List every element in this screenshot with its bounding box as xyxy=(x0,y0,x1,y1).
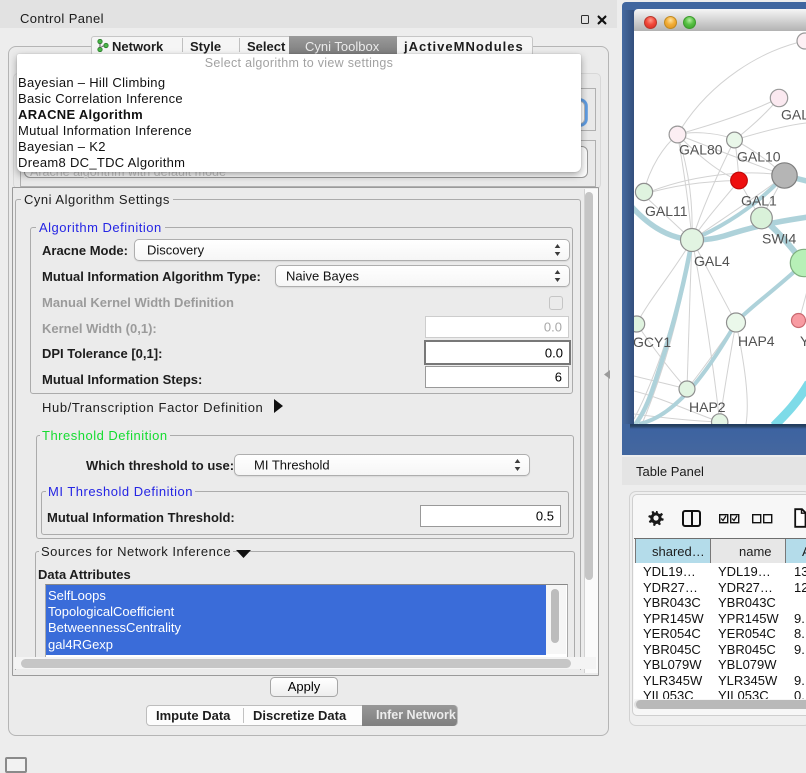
svg-text:Y: Y xyxy=(800,333,806,349)
svg-text:GCY1: GCY1 xyxy=(634,334,671,350)
svg-text:GAL80: GAL80 xyxy=(679,142,723,158)
svg-text:HAP2: HAP2 xyxy=(689,399,726,415)
svg-text:GAL10: GAL10 xyxy=(737,149,781,165)
svg-text:HAP4: HAP4 xyxy=(738,333,775,349)
svg-text:GAL4: GAL4 xyxy=(694,253,730,269)
svg-text:GAL7: GAL7 xyxy=(781,107,806,123)
svg-text:GAL1: GAL1 xyxy=(741,193,777,209)
svg-text:SWI4: SWI4 xyxy=(762,231,796,247)
svg-text:GAL11: GAL11 xyxy=(645,203,688,219)
